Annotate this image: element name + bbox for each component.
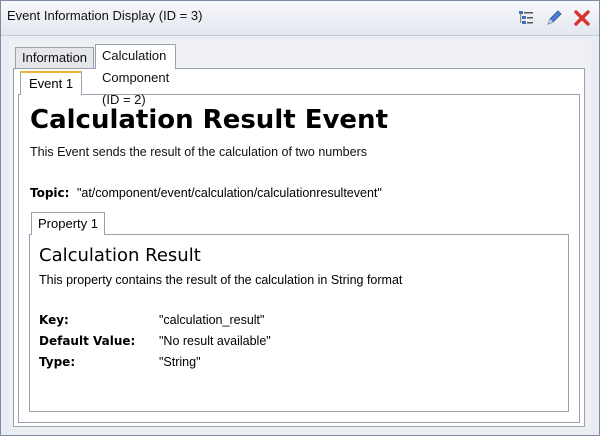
tree-view-icon[interactable] xyxy=(517,9,535,27)
tab-information-label: Information xyxy=(22,50,88,65)
tab-event-1-label: Event 1 xyxy=(29,76,74,91)
tab-calculation-component[interactable]: Calculation Component (ID = 2) xyxy=(95,44,177,107)
event-title: Calculation Result Event xyxy=(30,105,388,135)
type-label: Type: xyxy=(39,355,76,369)
event-description: This Event sends the result of the calcu… xyxy=(30,145,367,159)
tab-property-1[interactable]: Property 1 xyxy=(31,212,105,235)
property-panel: Calculation Result This property contain… xyxy=(29,234,569,412)
topic-label: Topic: xyxy=(30,186,70,200)
event-information-window: Event Information Display (ID = 3) Infor… xyxy=(0,0,600,436)
property-title: Calculation Result xyxy=(39,245,201,266)
tab-event-1[interactable]: Event 1 xyxy=(20,71,83,95)
type-value: "String" xyxy=(159,355,201,369)
key-label: Key: xyxy=(39,313,69,327)
edit-pen-icon[interactable] xyxy=(545,9,563,27)
topic-value: "at/component/event/calculation/calculat… xyxy=(76,186,382,200)
default-value-label: Default Value: xyxy=(39,334,136,348)
tab-property-1-label: Property 1 xyxy=(38,216,98,231)
tab-information[interactable]: Information xyxy=(15,47,95,68)
window-title: Event Information Display (ID = 3) xyxy=(7,8,203,23)
default-value-value: "No result available" xyxy=(159,334,271,348)
property-area: Property 1 Calculation Result This prope… xyxy=(29,212,569,412)
close-icon[interactable] xyxy=(573,9,591,27)
property-description: This property contains the result of the… xyxy=(39,273,403,287)
component-panel: Event 1 Calculation Result Event This Ev… xyxy=(13,68,585,427)
event-panel: Calculation Result Event This Event send… xyxy=(18,94,580,423)
key-value: "calculation_result" xyxy=(159,313,265,327)
title-bar: Event Information Display (ID = 3) xyxy=(1,1,599,36)
content-area: Information Calculation Component (ID = … xyxy=(9,39,591,429)
topic-row: Topic: "at/component/event/calculation/c… xyxy=(30,186,382,200)
